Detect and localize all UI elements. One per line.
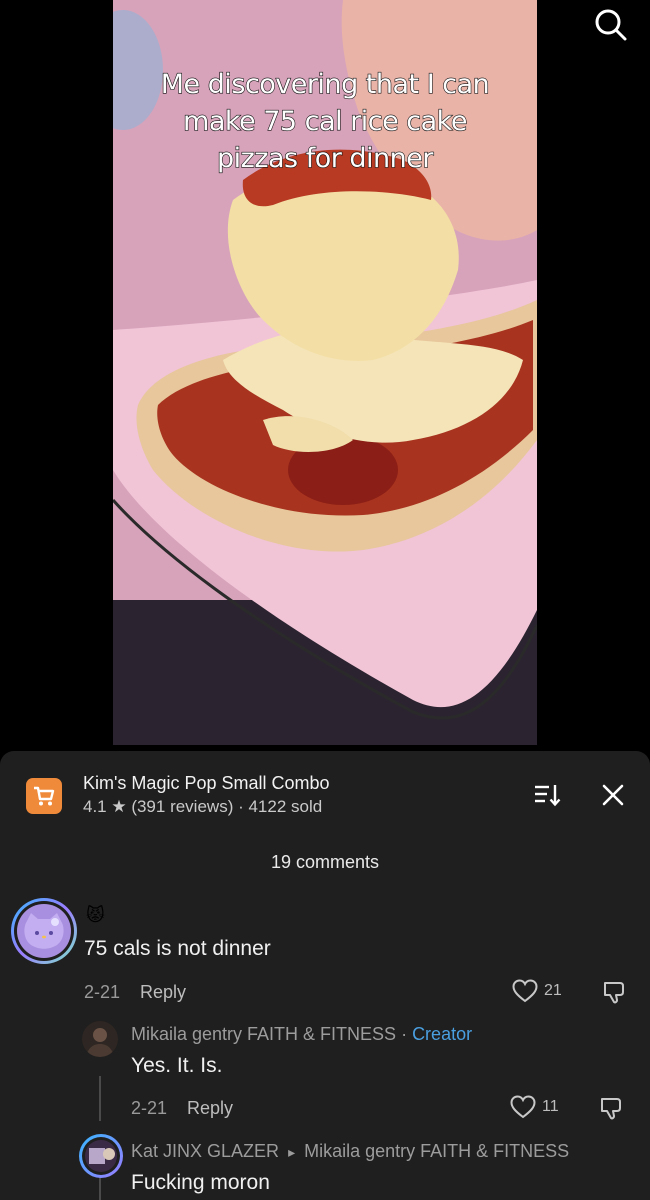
reply-to-name[interactable]: Mikaila gentry FAITH & FITNESS (304, 1141, 569, 1161)
avatar[interactable] (79, 1134, 123, 1178)
search-icon[interactable] (594, 8, 628, 42)
reply-button[interactable]: Reply (187, 1098, 233, 1118)
product-banner[interactable]: Kim's Magic Pop Small Combo 4.1 ★ (391 r… (26, 771, 626, 821)
close-icon[interactable] (599, 781, 627, 809)
shopping-cart-icon (26, 778, 62, 814)
avatar[interactable] (82, 1021, 118, 1057)
reply-button[interactable]: Reply (140, 982, 186, 1002)
product-rating-meta: 4.1 ★ (391 reviews) · 4122 sold (83, 797, 323, 816)
profile-photo-icon (82, 1021, 118, 1057)
reply-date: 2-21 (131, 1098, 168, 1118)
reply-arrow-icon: ▸ (288, 1144, 296, 1160)
video-player[interactable]: Me discovering that I can make 75 cal ri… (113, 0, 537, 745)
separator: · (396, 1024, 413, 1044)
comment-meta: 2-21 Reply (84, 981, 186, 1003)
comment-date: 2-21 (84, 982, 121, 1002)
reply-meta: 2-21 Reply (131, 1097, 233, 1119)
creator-badge: Creator (412, 1024, 473, 1044)
reply-author: Kat JINX GLAZER ▸ Mikaila gentry FAITH &… (131, 1139, 569, 1164)
dislike-icon[interactable] (601, 979, 627, 1005)
product-title[interactable]: Kim's Magic Pop Small Combo (83, 771, 330, 795)
author-name[interactable]: Mikaila gentry FAITH & FITNESS (131, 1024, 396, 1044)
author-name[interactable]: Kat JINX GLAZER (131, 1141, 279, 1161)
like-button[interactable]: 21 (512, 979, 562, 1003)
reply-author: Mikaila gentry FAITH & FITNESS · Creator (131, 1022, 472, 1046)
app-viewport: Me discovering that I can make 75 cal ri… (0, 0, 650, 1200)
thread-line (99, 1076, 101, 1121)
comments-count: 19 comments (270, 852, 380, 872)
like-count: 21 (544, 982, 562, 999)
reply-text: Yes. It. Is. (131, 1054, 223, 1077)
cat-avatar-icon (24, 913, 64, 949)
comments-sheet: Kim's Magic Pop Small Combo 4.1 ★ (391 r… (0, 751, 650, 1200)
profile-photo-icon (82, 1137, 120, 1175)
dislike-icon[interactable] (598, 1095, 624, 1121)
like-count: 11 (542, 1098, 559, 1115)
like-button[interactable]: 11 (510, 1095, 559, 1119)
video-caption: Me discovering that I can make 75 cal ri… (160, 68, 490, 174)
sort-icon[interactable] (533, 781, 561, 809)
heart-icon (510, 1095, 536, 1119)
comment-text: 75 cals is not dinner (84, 937, 271, 960)
avatar[interactable] (11, 898, 77, 964)
comment-emoji: 😾 (86, 905, 105, 925)
reply-text: Fucking moron (131, 1171, 270, 1194)
heart-icon (512, 979, 538, 1003)
